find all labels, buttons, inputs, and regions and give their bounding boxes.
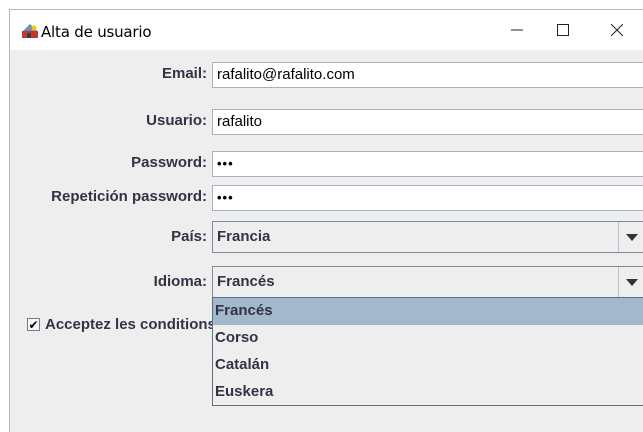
idioma-selected-value: Francés [217,273,275,290]
usuario-field[interactable]: rafalito [212,109,643,135]
repeat-password-field[interactable]: ••• [212,185,643,211]
idioma-select[interactable]: Francés [212,266,643,298]
idioma-dropdown-button[interactable] [618,267,643,297]
pais-select[interactable]: Francia [212,221,643,253]
title-bar[interactable]: Alta de usuario [10,10,643,50]
idioma-label: Idioma: [153,273,207,290]
minimize-icon [511,29,523,31]
chevron-down-icon [625,278,638,286]
usuario-label: Usuario: [146,112,207,129]
maximize-icon [557,24,569,36]
email-label: Email: [161,65,207,82]
close-icon [611,24,623,36]
idioma-option-frances[interactable]: Francés [213,298,643,325]
idioma-option-catalan[interactable]: Catalán [213,352,643,379]
minimize-button[interactable] [494,10,540,50]
pais-selected-value: Francia [217,228,271,245]
idioma-option-corso[interactable]: Corso [213,325,643,352]
email-field[interactable]: rafalito@rafalito.com [212,62,643,88]
pais-dropdown-button[interactable] [618,222,643,252]
window-title: Alta de usuario [41,23,152,41]
maximize-button[interactable] [540,10,586,50]
idioma-options-list: Francés Corso Catalán Euskera [212,297,643,406]
form-panel: Email: rafalito@rafalito.com Usuario: ra… [10,50,643,432]
accept-conditions-checkbox[interactable]: ✔ [27,318,40,331]
password-field[interactable]: ••• [212,151,643,177]
pais-label: País: [171,228,207,245]
accept-conditions-label: Acceptez les conditions [45,316,216,333]
close-button[interactable] [594,10,640,50]
idioma-option-euskera[interactable]: Euskera [213,379,643,406]
chevron-down-icon [625,233,638,241]
password-label: Password: [131,154,207,171]
repeat-password-label: Repetición password: [51,188,207,205]
dialog-window: Alta de usuario Email: rafalito@rafalito… [9,9,643,432]
app-icon [22,24,38,38]
